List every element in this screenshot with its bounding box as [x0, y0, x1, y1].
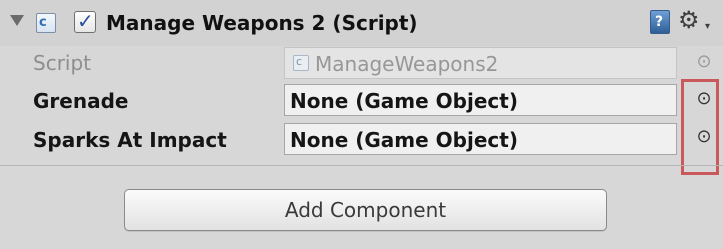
component-header[interactable]: c ✓ Manage Weapons 2 (Script) ? ⚙ ▾ [0, 0, 723, 46]
sparks-at-impact-label: Sparks At Impact [33, 128, 227, 152]
script-file-icon: c [293, 55, 309, 71]
script-label: Script [33, 51, 92, 75]
component-enabled-checkbox[interactable]: ✓ [74, 9, 96, 33]
sparks-at-impact-field-value: None (Game Object) [290, 128, 518, 152]
help-book-icon[interactable]: ? [650, 10, 670, 34]
inspector-panel: c ✓ Manage Weapons 2 (Script) ? ⚙ ▾ Scri… [0, 0, 723, 249]
add-component-label: Add Component [284, 198, 447, 222]
foldout-arrow-icon[interactable] [10, 15, 24, 26]
grenade-field[interactable]: None (Game Object) [284, 84, 677, 116]
gear-icon[interactable]: ⚙ [678, 6, 700, 34]
sparks-at-impact-field[interactable]: None (Game Object) [284, 123, 677, 155]
divider [0, 165, 723, 166]
grenade-label: Grenade [33, 89, 129, 113]
component-title: Manage Weapons 2 (Script) [106, 11, 418, 35]
chevron-down-icon[interactable]: ▾ [705, 22, 710, 32]
csharp-script-icon: c [36, 13, 56, 33]
object-picker-icon: ⊙ [696, 51, 712, 72]
script-field-value: ManageWeapons2 [315, 52, 499, 76]
highlight-box [681, 79, 719, 175]
grenade-field-value: None (Game Object) [290, 89, 518, 113]
script-field: c ManageWeapons2 [284, 47, 677, 79]
add-component-button[interactable]: Add Component [124, 189, 607, 231]
